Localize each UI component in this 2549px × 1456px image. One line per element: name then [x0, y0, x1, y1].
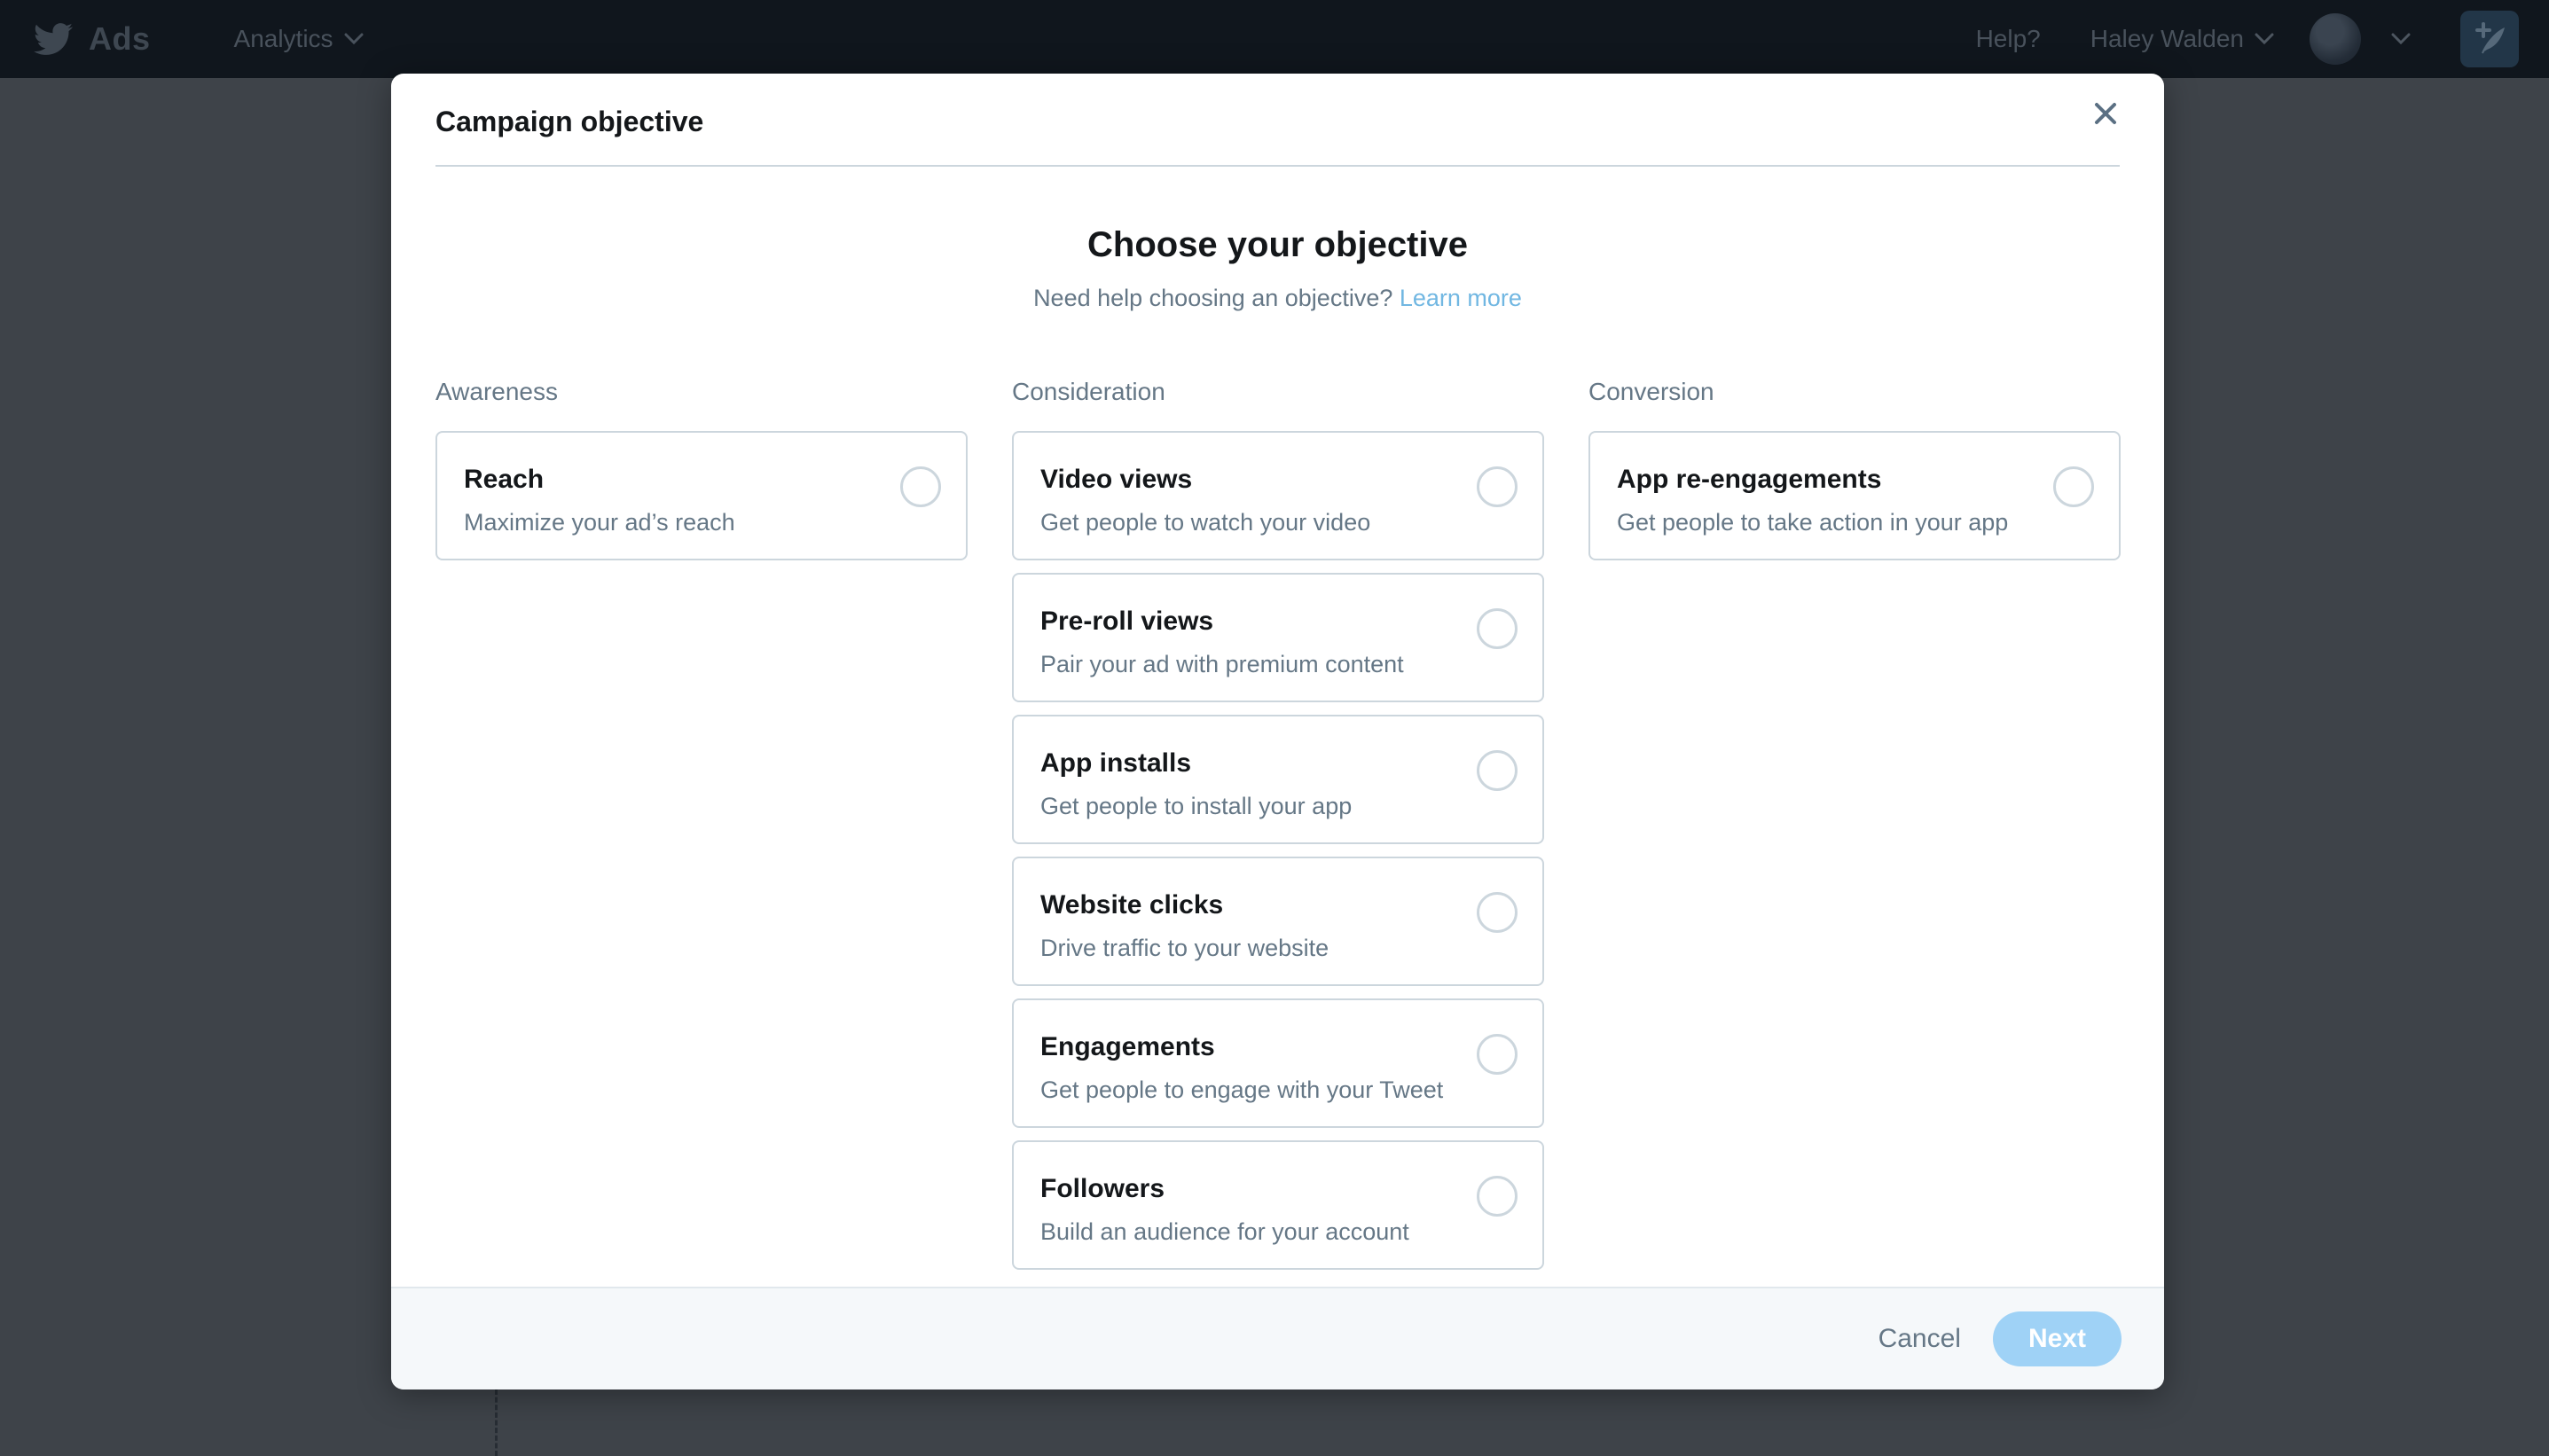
radio-button[interactable]	[1477, 750, 1518, 791]
account-menu[interactable]: Haley Walden	[2090, 25, 2274, 53]
consideration-column-label: Consideration	[1012, 378, 1544, 406]
compose-tweet-button[interactable]	[2460, 11, 2519, 67]
objective-card-reach[interactable]: Reach Maximize your ad’s reach	[435, 431, 968, 560]
objective-card-pre-roll-views[interactable]: Pre-roll views Pair your ad with premium…	[1012, 573, 1544, 702]
card-title: App installs	[1040, 748, 1454, 779]
card-description: Get people to engage with your Tweet	[1040, 1076, 1454, 1104]
choose-objective-heading: Choose your objective	[435, 225, 2120, 265]
next-button[interactable]: Next	[1993, 1311, 2122, 1366]
help-label: Help?	[1976, 25, 2041, 53]
modal-footer: Cancel Next	[391, 1287, 2164, 1389]
card-description: Get people to watch your video	[1040, 509, 1454, 536]
awareness-column-label: Awareness	[435, 378, 968, 406]
objective-card-app-re-engagements[interactable]: App re-engagements Get people to take ac…	[1588, 431, 2121, 560]
card-title: Website clicks	[1040, 890, 1454, 920]
chevron-down-icon	[344, 33, 364, 45]
learn-more-link[interactable]: Learn more	[1400, 285, 1522, 311]
card-title: Pre-roll views	[1040, 607, 1454, 637]
underlay-page-divider	[495, 1389, 498, 1456]
card-description: Get people to take action in your app	[1617, 509, 2030, 536]
analytics-menu[interactable]: Analytics	[234, 25, 364, 53]
objective-help-text: Need help choosing an objective? Learn m…	[435, 285, 2120, 312]
cancel-button[interactable]: Cancel	[1878, 1324, 1961, 1354]
modal-header: Campaign objective	[435, 74, 2120, 167]
card-title: App re-engagements	[1617, 465, 2030, 495]
radio-button[interactable]	[1477, 1034, 1518, 1075]
consideration-column: Consideration Video views Get people to …	[1012, 378, 1544, 1282]
objective-columns: Awareness Reach Maximize your ad’s reach…	[435, 378, 2120, 1282]
avatar[interactable]	[2310, 13, 2361, 65]
radio-button[interactable]	[1477, 892, 1518, 933]
close-button[interactable]	[2086, 95, 2125, 134]
modal-body: Choose your objective Need help choosing…	[391, 167, 2164, 1287]
analytics-menu-label: Analytics	[234, 25, 333, 53]
card-description: Get people to install your app	[1040, 793, 1454, 820]
card-description: Drive traffic to your website	[1040, 935, 1454, 962]
top-navbar: Ads Analytics Help? Haley Walden	[0, 0, 2549, 78]
card-description: Pair your ad with premium content	[1040, 651, 1454, 678]
twitter-bird-icon	[30, 20, 76, 59]
user-name-label: Haley Walden	[2090, 25, 2244, 53]
objective-card-website-clicks[interactable]: Website clicks Drive traffic to your web…	[1012, 857, 1544, 986]
card-description: Maximize your ad’s reach	[464, 509, 877, 536]
radio-button[interactable]	[900, 466, 941, 507]
card-title: Followers	[1040, 1174, 1454, 1204]
radio-button[interactable]	[1477, 608, 1518, 649]
radio-button[interactable]	[2053, 466, 2094, 507]
help-link[interactable]: Help?	[1976, 25, 2041, 53]
navbar-right: Help? Haley Walden	[1976, 11, 2519, 67]
help-question-text: Need help choosing an objective?	[1033, 285, 1400, 311]
compose-feather-icon	[2472, 21, 2507, 58]
objective-card-app-installs[interactable]: App installs Get people to install your …	[1012, 715, 1544, 844]
chevron-down-icon[interactable]	[2391, 33, 2411, 45]
navbar-left: Ads Analytics	[30, 20, 364, 59]
objective-card-video-views[interactable]: Video views Get people to watch your vid…	[1012, 431, 1544, 560]
radio-button[interactable]	[1477, 466, 1518, 507]
card-description: Build an audience for your account	[1040, 1218, 1454, 1246]
objective-card-engagements[interactable]: Engagements Get people to engage with yo…	[1012, 998, 1544, 1128]
conversion-column: Conversion App re-engagements Get people…	[1588, 378, 2121, 1282]
ads-brand-label: Ads	[89, 20, 151, 58]
card-title: Reach	[464, 465, 877, 495]
chevron-down-icon	[2255, 33, 2274, 45]
close-icon	[2092, 100, 2119, 129]
objective-card-followers[interactable]: Followers Build an audience for your acc…	[1012, 1140, 1544, 1270]
awareness-column: Awareness Reach Maximize your ad’s reach	[435, 378, 968, 1282]
conversion-column-label: Conversion	[1588, 378, 2121, 406]
card-title: Video views	[1040, 465, 1454, 495]
card-title: Engagements	[1040, 1032, 1454, 1062]
radio-button[interactable]	[1477, 1176, 1518, 1217]
campaign-objective-modal: Campaign objective Choose your objective…	[391, 74, 2164, 1389]
modal-title: Campaign objective	[435, 106, 703, 137]
